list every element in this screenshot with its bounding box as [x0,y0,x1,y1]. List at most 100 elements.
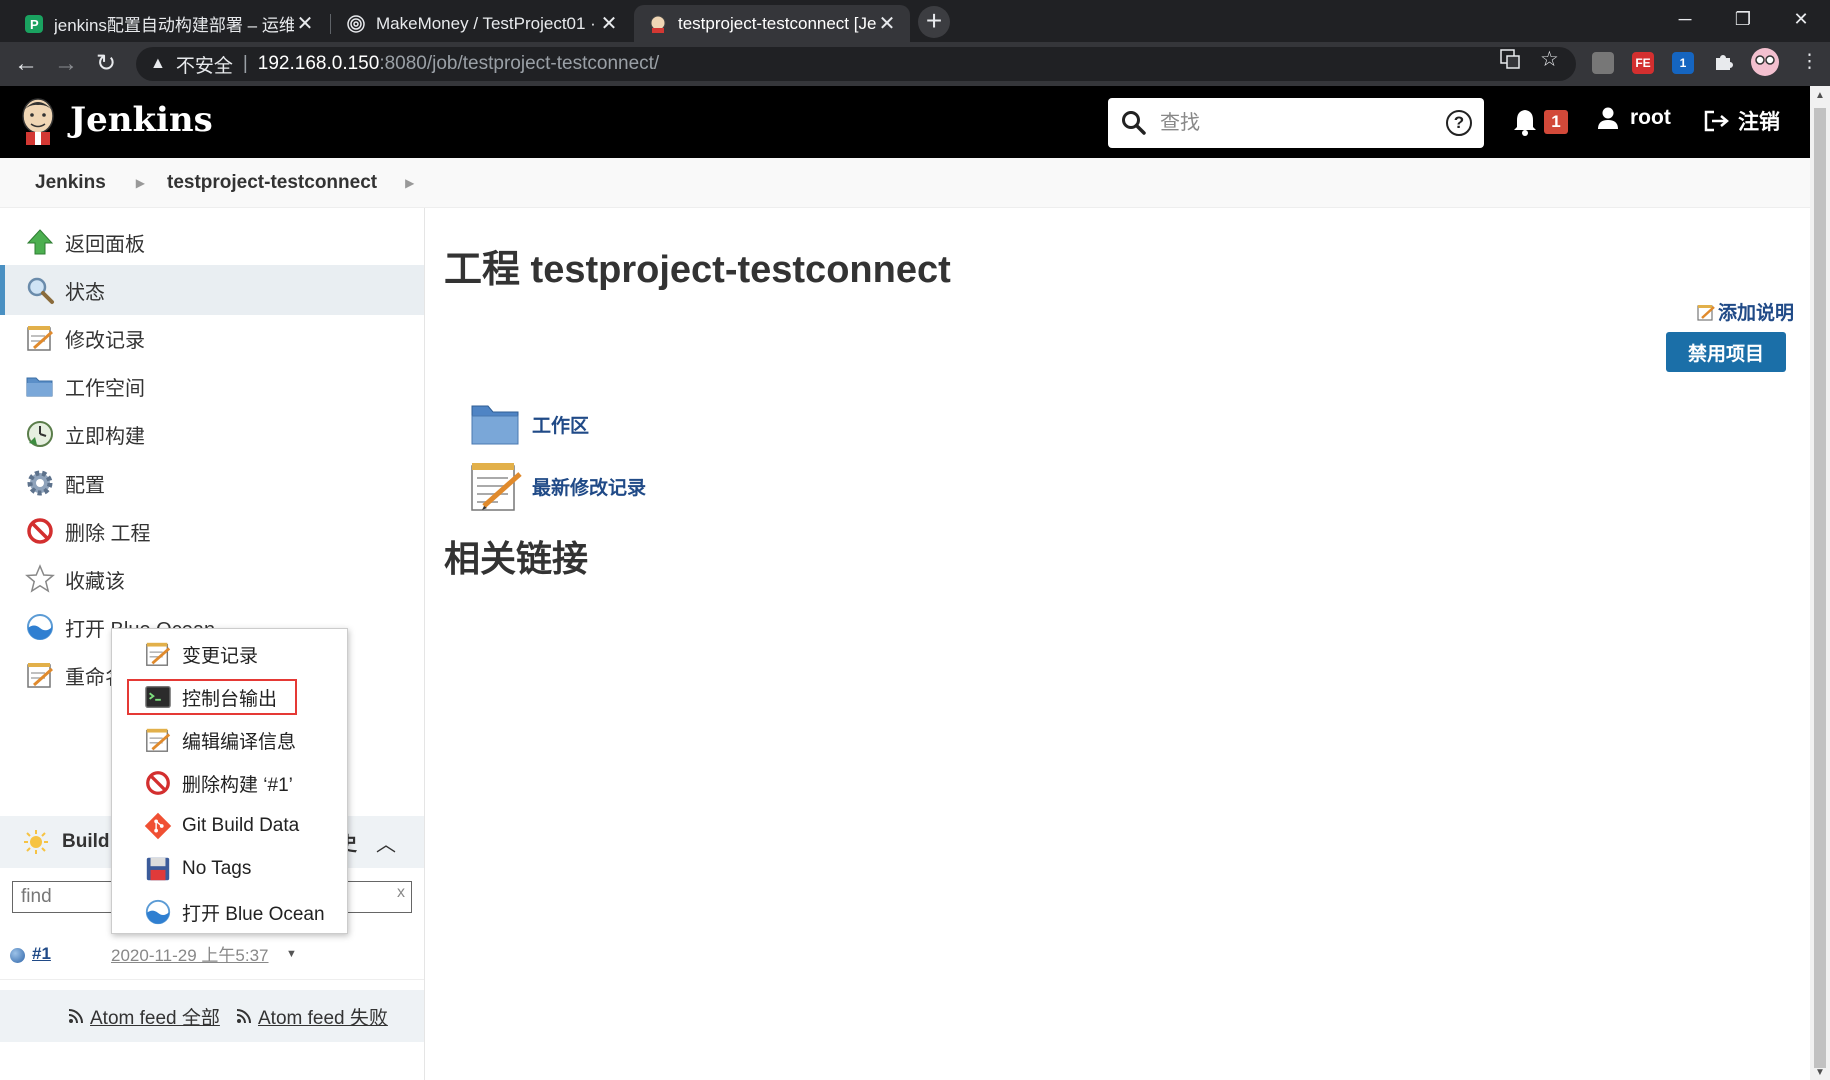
back-icon[interactable]: ← [8,46,44,82]
security-label[interactable]: 不安全 [176,51,233,78]
atom-feed-all-link[interactable]: Atom feed 全部 [68,1003,220,1030]
fingerprint-favicon-icon [347,14,365,33]
task-configure[interactable]: 配置 [0,458,424,508]
breadcrumb-chevron-icon[interactable]: ▶ [405,176,414,190]
browser-menu-icon[interactable]: ⋮ [1800,50,1819,73]
minimize-window-icon[interactable]: ─ [1656,0,1714,38]
no-entry-icon [27,518,53,544]
search-box: ? [1108,98,1484,148]
new-tab-button[interactable]: + [918,6,950,38]
page-scrollbar[interactable]: ▲ ▼ [1810,86,1830,1080]
scrollbar-thumb[interactable] [1814,108,1826,1068]
feed-label: Atom feed 失败 [258,1007,388,1029]
collapse-chevron-up-icon[interactable]: ︿ [376,828,396,857]
breadcrumb-chevron-icon[interactable]: ▶ [136,176,145,190]
task-label: 修改记录 [65,329,145,352]
restore-window-icon[interactable]: ❐ [1714,0,1772,38]
notepad-icon [27,663,53,688]
add-description-link[interactable]: 添加说明 [1696,298,1794,325]
bookmark-star-icon[interactable]: ☆ [1540,47,1559,72]
menu-item-edit-build-info[interactable]: 编辑编译信息 [112,719,348,761]
menu-item-open-blue-ocean[interactable]: 打开 Blue Ocean [112,891,348,933]
task-favorite[interactable]: 收藏该 [0,554,424,604]
user-link[interactable]: root [1596,106,1671,130]
bell-icon[interactable] [1512,108,1538,136]
blue-ocean-icon [27,614,53,640]
tab-separator [330,14,331,34]
browser-tab-jenkins-article[interactable]: P jenkins配置自动构建部署 – 运维 ✕ [10,5,328,42]
related-links-heading: 相关链接 [444,538,589,579]
search-icon [27,277,54,304]
filter-clear-icon[interactable]: x [397,884,405,902]
menu-item-label: 变更记录 [182,645,259,667]
up-arrow-icon [26,229,54,255]
folder-icon [471,405,519,445]
scroll-up-icon[interactable]: ▲ [1815,90,1825,101]
logout-link[interactable]: 注销 [1704,106,1780,136]
menu-item-no-tags[interactable]: No Tags [112,848,348,890]
tab-close-icon[interactable]: ✕ [294,11,316,36]
jenkins-favicon-icon [650,15,666,33]
task-changes[interactable]: 修改记录 [0,313,424,363]
breadcrumb-item-jenkins[interactable]: Jenkins [35,172,106,194]
translate-icon[interactable] [1500,49,1520,75]
extension-badge-icon[interactable]: 1 [1672,52,1694,74]
task-delete-project[interactable]: 删除 工程 [0,506,424,556]
menu-item-delete-build[interactable]: 删除构建 ‘#1’ [112,762,348,804]
blue-ocean-icon [145,899,171,925]
profile-avatar[interactable] [1750,47,1780,83]
browser-tab-testproject[interactable]: testproject-testconnect [Jenki ✕ [634,5,910,42]
menu-item-label: No Tags [182,858,252,879]
task-back-to-dashboard[interactable]: 返回面板 [0,217,424,267]
build-dropdown-icon[interactable]: ▼ [286,948,297,960]
search-help-icon[interactable]: ? [1446,110,1472,136]
disable-project-button[interactable]: 禁用项目 [1666,332,1786,372]
url-host: 192.168.0.150 [257,53,380,74]
build-number-link[interactable]: #1 [32,944,51,964]
jenkins-logo-icon[interactable] [18,96,58,146]
warning-icon[interactable]: ▲ [150,55,166,73]
build-status-ball-icon [10,948,25,963]
build-date-link[interactable]: 2020-11-29 上午5:37 [111,941,269,966]
recent-changes-link[interactable]: 最新修改记录 [468,458,646,514]
tab-close-icon[interactable]: ✕ [876,11,898,36]
rss-icon [68,1009,83,1024]
tab-title: jenkins配置自动构建部署 – 运维 [54,16,294,35]
menu-item-changes[interactable]: 变更记录 [112,633,348,675]
reload-icon[interactable]: ↻ [88,46,124,82]
clock-icon [27,421,53,447]
notification-badge[interactable]: 1 [1544,110,1568,134]
extension-1-icon[interactable] [1592,52,1614,74]
workspace-link[interactable]: 工作区 [468,396,589,452]
notepad-icon [27,326,53,351]
notepad-icon [471,463,522,511]
jenkins-brand-title[interactable]: Jenkins [70,100,213,140]
user-name: root [1630,106,1671,129]
add-description-label: 添加说明 [1718,303,1795,324]
task-label: 配置 [65,474,105,497]
close-window-icon[interactable]: ✕ [1772,0,1830,38]
browser-tab-makemoney[interactable]: MakeMoney / TestProject01 · ✕ [332,5,632,42]
extensions-puzzle-icon[interactable] [1712,50,1734,78]
task-status[interactable]: 状态 [0,265,424,315]
gear-icon [27,470,53,496]
console-output-highlight-box [127,679,297,715]
page-title: 工程 testproject-testconnect [444,249,951,291]
task-build-now[interactable]: 立即构建 [0,409,424,459]
forward-icon[interactable]: → [48,46,84,82]
task-label: 返回面板 [65,233,145,256]
tab-close-icon[interactable]: ✕ [598,11,620,36]
atom-feed-failed-link[interactable]: Atom feed 失败 [236,1003,388,1030]
menu-item-git-build-data[interactable]: Git Build Data [112,805,348,847]
search-input[interactable] [1160,108,1430,138]
breadcrumb-item-project[interactable]: testproject-testconnect [167,172,377,194]
browser-tab-strip: P jenkins配置自动构建部署 – 运维 ✕ MakeMoney / Tes… [0,0,1830,42]
address-bar[interactable]: ▲ 不安全 | 192.168.0.150:8080/job/testproje… [136,47,1576,81]
task-label: 删除 工程 [65,522,151,545]
user-icon [1598,107,1618,129]
browser-toolbar: ← → ↻ ▲ 不安全 | 192.168.0.150:8080/job/tes… [0,42,1830,86]
task-workspace[interactable]: 工作空间 [0,361,424,411]
scroll-down-icon[interactable]: ▼ [1815,1067,1825,1078]
git-icon [144,812,172,840]
extension-fe-icon[interactable]: FE [1632,52,1654,74]
